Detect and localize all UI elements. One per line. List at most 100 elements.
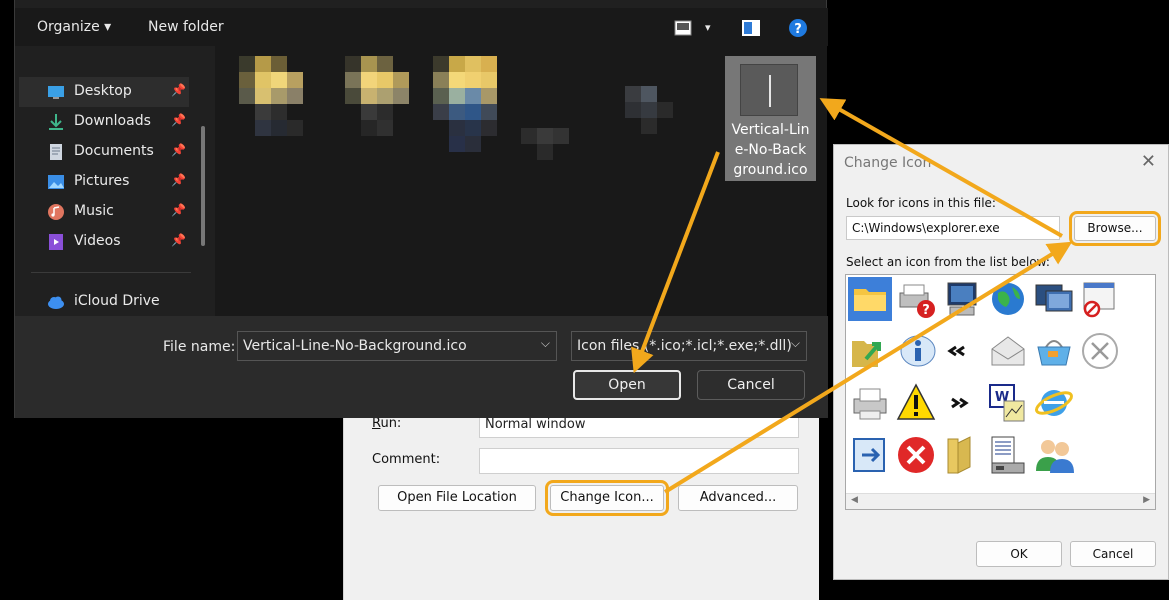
dialog-footer: File name: Vertical-Line-No-Background.i… xyxy=(15,316,828,418)
comment-field[interactable] xyxy=(479,448,799,474)
document-chart-icon[interactable]: W xyxy=(986,381,1030,425)
blurred-file-thumbnail[interactable] xyxy=(345,56,425,156)
pictures-icon xyxy=(47,173,65,191)
nav-label: Desktop xyxy=(74,83,132,99)
chevron-down-icon[interactable]: ⌵ xyxy=(791,336,800,351)
shopping-basket-icon[interactable] xyxy=(1032,329,1076,373)
desktop-icon xyxy=(47,83,65,101)
icon-list-scrollbar[interactable]: ◀ ▶ xyxy=(846,493,1155,509)
users-icon[interactable] xyxy=(1032,433,1076,477)
file-name-line: Vertical-Lin xyxy=(731,122,810,138)
nav-item-downloads[interactable]: Downloads 📌 xyxy=(19,107,189,137)
printer-icon[interactable] xyxy=(848,381,892,425)
comment-label: Comment: xyxy=(372,452,441,467)
svg-text:?: ? xyxy=(794,22,802,37)
nav-label: Music xyxy=(74,203,114,219)
pin-icon[interactable]: 📌 xyxy=(171,83,186,97)
blurred-file-thumbnail[interactable] xyxy=(521,116,601,166)
fast-forward-icon[interactable] xyxy=(940,381,984,425)
organize-menu[interactable]: Organize ▾ xyxy=(37,19,111,35)
pin-icon[interactable]: 📌 xyxy=(171,143,186,157)
computer-list-icon[interactable] xyxy=(986,433,1030,477)
network-icon[interactable] xyxy=(1032,277,1076,321)
file-name-line: e-No-Back xyxy=(734,142,807,158)
selected-file-vertical-line-ico[interactable]: Vertical-Lin e-No-Back ground.ico xyxy=(725,56,816,181)
nav-item-videos[interactable]: Videos 📌 xyxy=(19,227,189,257)
pin-icon[interactable]: 📌 xyxy=(171,203,186,217)
download-icon xyxy=(47,113,65,131)
nav-label: Documents xyxy=(74,143,154,159)
shortcut-properties-panel: Run: Normal window Comment: Open File Lo… xyxy=(343,402,819,600)
file-name-caption: Vertical-Lin e-No-Back ground.ico xyxy=(725,120,816,180)
folder-icon[interactable] xyxy=(848,277,892,321)
blurred-file-thumbnail[interactable] xyxy=(433,56,523,166)
look-for-icons-label: Look for icons in this file: xyxy=(846,196,996,210)
file-list: Vertical-Lin e-No-Back ground.ico xyxy=(215,46,827,316)
open-file-location-button[interactable]: Open File Location xyxy=(378,485,536,511)
internet-explorer-icon[interactable] xyxy=(1032,381,1076,425)
open-button[interactable]: Open xyxy=(573,370,681,400)
ok-button[interactable]: OK xyxy=(976,541,1062,567)
scroll-right-icon[interactable]: ▶ xyxy=(1143,495,1150,505)
exit-icon[interactable] xyxy=(848,433,892,477)
preview-pane-icon[interactable] xyxy=(741,18,761,38)
pin-icon[interactable]: 📌 xyxy=(171,173,186,187)
nav-label: Videos xyxy=(74,233,121,249)
dialog-title: Change Icon xyxy=(844,155,932,171)
file-name-label: File name: xyxy=(163,339,236,355)
music-icon xyxy=(47,203,65,221)
new-folder-button[interactable]: New folder xyxy=(148,19,224,35)
cloud-icon xyxy=(47,293,65,311)
pin-icon[interactable]: 📌 xyxy=(171,233,186,247)
folder-open-icon[interactable] xyxy=(940,433,984,477)
info-icon[interactable] xyxy=(894,329,938,373)
close-icon[interactable]: ✕ xyxy=(1141,151,1156,172)
view-dropdown-icon[interactable]: ▾ xyxy=(705,21,711,34)
cancel-button[interactable]: Cancel xyxy=(697,370,805,400)
icon-list[interactable]: ? W ◀ ▶ xyxy=(845,274,1156,510)
nav-item-pictures[interactable]: Pictures 📌 xyxy=(19,167,189,197)
help-icon[interactable]: ? xyxy=(788,18,808,38)
envelope-icon[interactable] xyxy=(986,329,1030,373)
run-label-rest: un: xyxy=(380,416,402,431)
ico-file-thumbnail xyxy=(740,64,798,116)
icon-file-path-field[interactable]: C:\Windows\explorer.exe xyxy=(846,216,1060,240)
select-icon-label: Select an icon from the list below: xyxy=(846,255,1050,269)
globe-icon[interactable] xyxy=(986,277,1030,321)
view-options-icon[interactable] xyxy=(673,18,693,38)
cancel-button[interactable]: Cancel xyxy=(1070,541,1156,567)
warning-icon[interactable] xyxy=(894,381,938,425)
window-blocked-icon[interactable] xyxy=(1078,277,1122,321)
rewind-icon[interactable] xyxy=(940,329,984,373)
nav-divider xyxy=(31,272,191,273)
run-label: Run: xyxy=(372,416,402,431)
nav-item-documents[interactable]: Documents 📌 xyxy=(19,137,189,167)
file-type-value: Icon files (*.ico;*.icl;*.exe;*.dll) xyxy=(577,338,792,354)
folder-arrow-icon[interactable] xyxy=(848,329,892,373)
nav-item-icloud-drive[interactable]: iCloud Drive xyxy=(19,287,189,316)
error-icon[interactable] xyxy=(894,433,938,477)
advanced-button[interactable]: Advanced... xyxy=(678,485,798,511)
nav-item-desktop[interactable]: Desktop 📌 xyxy=(19,77,189,107)
file-name-line: ground.ico xyxy=(733,162,808,178)
browse-button[interactable]: Browse... xyxy=(1069,211,1161,246)
nav-item-music[interactable]: Music 📌 xyxy=(19,197,189,227)
monitor-icon[interactable] xyxy=(940,277,984,321)
blurred-file-thumbnail[interactable] xyxy=(625,86,685,166)
scroll-left-icon[interactable]: ◀ xyxy=(851,495,858,505)
open-file-dialog: Organize ▾ New folder ▾ ? Desktop 📌 Down… xyxy=(14,0,828,418)
nav-label: Pictures xyxy=(74,173,130,189)
nav-scrollbar[interactable] xyxy=(201,126,205,246)
nav-label: iCloud Drive xyxy=(74,293,160,309)
file-name-input[interactable]: Vertical-Line-No-Background.ico ⌵ xyxy=(237,331,557,361)
change-icon-dialog: Change Icon ✕ Look for icons in this fil… xyxy=(833,144,1169,580)
chevron-down-icon[interactable]: ⌵ xyxy=(541,336,550,351)
file-name-value: Vertical-Line-No-Background.ico xyxy=(243,338,467,354)
blurred-file-thumbnail[interactable] xyxy=(239,56,319,156)
file-type-select[interactable]: Icon files (*.ico;*.icl;*.exe;*.dll) ⌵ xyxy=(571,331,807,361)
navigation-pane: Desktop 📌 Downloads 📌 Documents 📌 Pictur… xyxy=(19,46,215,316)
printer-error-icon[interactable]: ? xyxy=(894,277,938,321)
pin-icon[interactable]: 📌 xyxy=(171,113,186,127)
cancel-circle-icon[interactable] xyxy=(1078,329,1122,373)
change-icon-button[interactable]: Change Icon... xyxy=(545,480,669,516)
